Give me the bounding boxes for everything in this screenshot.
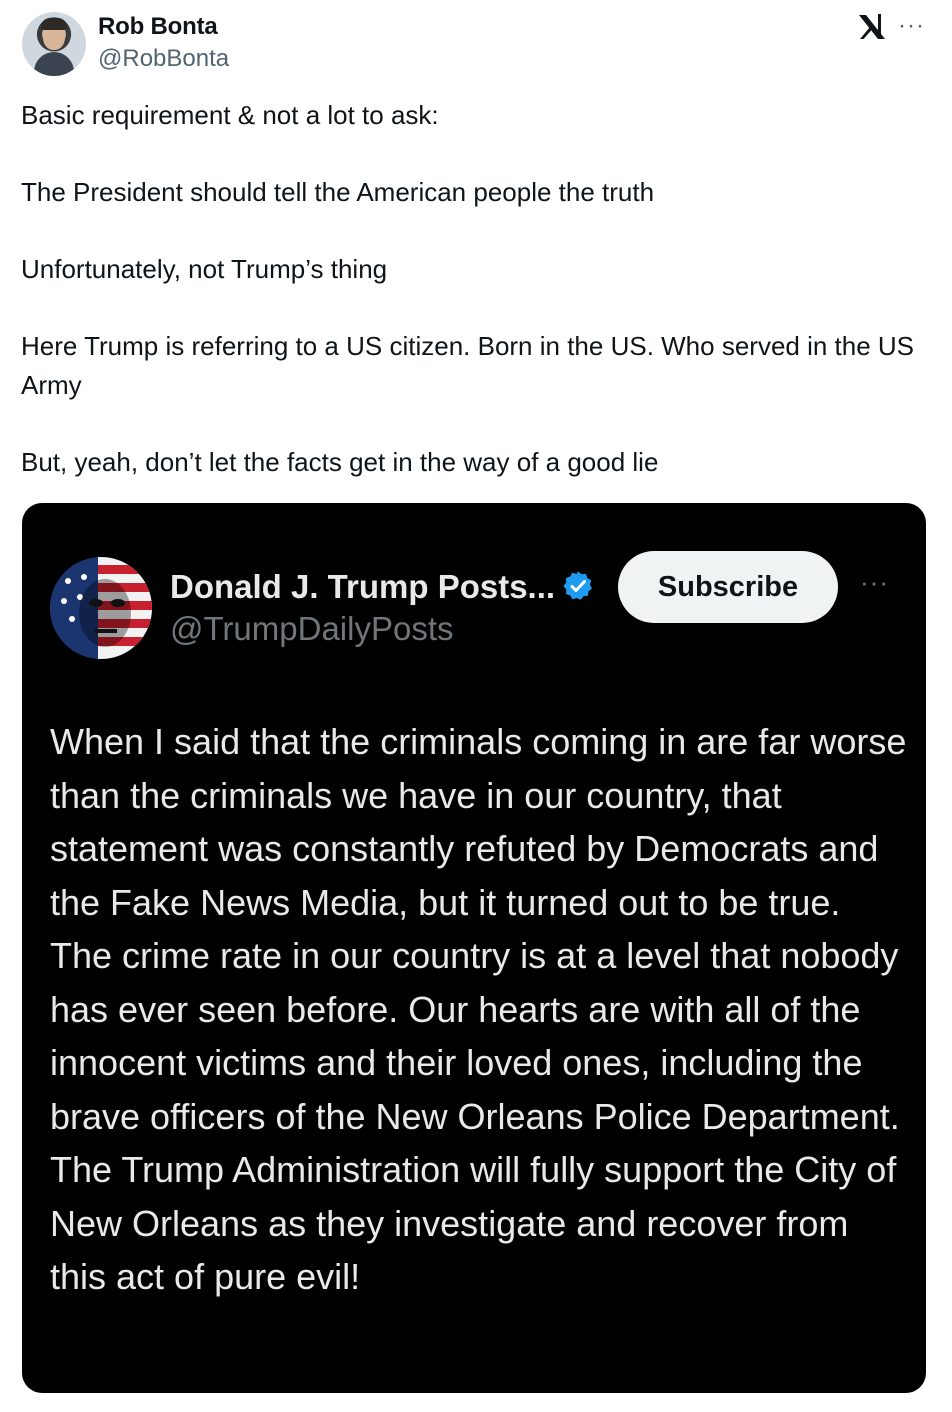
embedded-post-text: When I said that the criminals coming in… (50, 721, 907, 1297)
avatar-suit (34, 52, 74, 76)
author-avatar[interactable] (22, 12, 86, 76)
embedded-post-display-name: Donald J. Trump Posts... (170, 568, 556, 605)
subscribe-button: Subscribe (618, 551, 838, 623)
embedded-more-icon: ··· (860, 567, 889, 597)
verified-badge-icon (563, 571, 592, 600)
embedded-post-avatar (50, 557, 152, 659)
flag-face-avatar-image (50, 557, 152, 659)
more-options-icon[interactable]: ··· (898, 12, 925, 40)
embedded-post-image[interactable]: Donald J. Trump Posts... @TrumpDailyPost… (22, 503, 926, 1393)
tweet-text: Basic requirement & not a lot to ask: Th… (21, 96, 933, 481)
author-display-name[interactable]: Rob Bonta (98, 12, 218, 42)
tweet-paragraph: Basic requirement & not a lot to ask: (21, 100, 439, 130)
tweet-paragraph: But, yeah, don’t let the facts get in th… (21, 446, 659, 477)
tweet-paragraph: Here Trump is referring to a US citizen.… (21, 331, 915, 400)
x-logo-icon[interactable] (856, 10, 888, 42)
tweet-paragraph: Unfortunately, not Trump’s thing (21, 254, 388, 284)
avatar-hair (41, 18, 67, 30)
tweet-paragraph: The President should tell the American p… (21, 177, 655, 207)
author-handle[interactable]: @RobBonta (98, 44, 229, 74)
embedded-post-handle: @TrumpDailyPosts (170, 610, 454, 647)
